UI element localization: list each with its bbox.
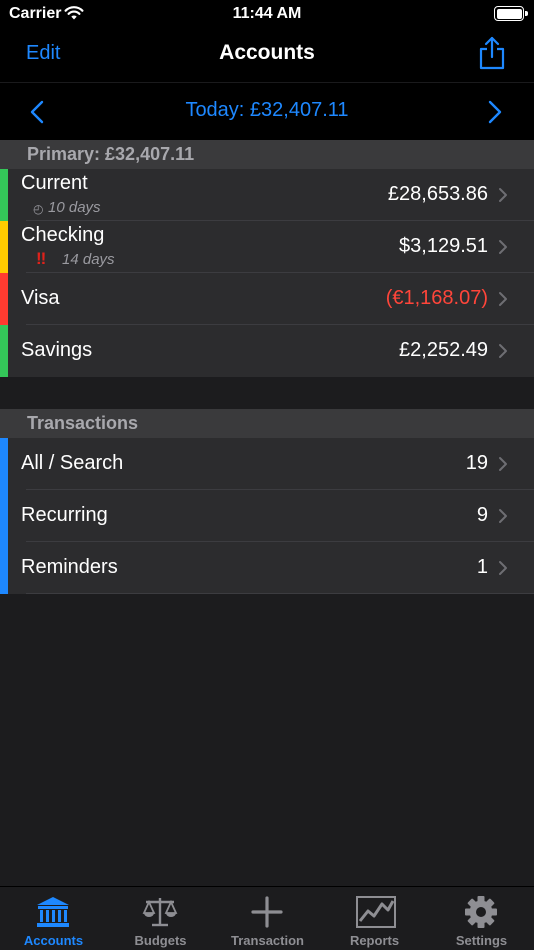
transactions-row-reminders[interactable]: Reminders 1 bbox=[0, 542, 534, 594]
row-color-bar bbox=[0, 490, 8, 542]
transactions-item-label: All / Search bbox=[21, 452, 124, 474]
account-balance: (€1,168.07) bbox=[385, 287, 488, 309]
account-name: Current bbox=[21, 172, 88, 194]
account-row-current[interactable]: Current ◴ 10 days £28,653.86 bbox=[0, 169, 534, 221]
transactions-count: 19 bbox=[465, 452, 488, 474]
chevron-right-icon bbox=[498, 508, 508, 529]
warning-icon: !! bbox=[36, 249, 46, 268]
current-date-label[interactable]: Today: £32,407.11 bbox=[0, 99, 534, 122]
account-name: Checking bbox=[21, 224, 105, 246]
tab-accounts[interactable]: Accounts bbox=[0, 887, 107, 950]
account-color-bar bbox=[0, 325, 8, 377]
transactions-section-header: Transactions bbox=[0, 409, 534, 438]
transactions-count: 1 bbox=[476, 556, 488, 578]
scales-icon bbox=[142, 898, 178, 927]
bank-icon bbox=[37, 897, 69, 927]
gear-icon bbox=[465, 896, 497, 928]
battery-icon bbox=[494, 6, 524, 21]
chevron-right-icon bbox=[498, 456, 508, 477]
transactions-row-all-search[interactable]: All / Search 19 bbox=[0, 438, 534, 490]
transactions-item-label: Recurring bbox=[21, 504, 108, 526]
account-balance: $3,129.51 bbox=[399, 235, 488, 257]
transactions-count: 9 bbox=[476, 504, 488, 526]
chevron-right-icon bbox=[498, 291, 508, 312]
account-name: Savings bbox=[21, 339, 93, 361]
clock: 11:44 AM bbox=[232, 5, 302, 22]
account-age: 10 days bbox=[48, 199, 101, 216]
next-date-button[interactable] bbox=[488, 100, 502, 129]
date-bar: Today: £32,407.11 bbox=[0, 82, 534, 140]
chevron-right-icon bbox=[498, 343, 508, 364]
account-balance: £2,252.49 bbox=[399, 339, 488, 361]
chart-icon bbox=[356, 896, 396, 928]
account-row-visa[interactable]: Visa (€1,168.07) bbox=[0, 273, 534, 325]
tab-transaction[interactable]: Transaction bbox=[214, 887, 321, 950]
account-color-bar bbox=[0, 169, 8, 221]
row-color-bar bbox=[0, 542, 8, 594]
account-color-bar bbox=[0, 273, 8, 325]
chevron-right-icon bbox=[498, 239, 508, 260]
plus-icon bbox=[251, 896, 283, 928]
tab-label: Accounts bbox=[23, 933, 84, 948]
battery-tip bbox=[525, 11, 528, 16]
account-age: 14 days bbox=[62, 251, 115, 268]
navigation-bar: Edit Accounts bbox=[0, 30, 534, 82]
tab-label: Settings bbox=[455, 933, 508, 948]
share-icon[interactable] bbox=[478, 36, 506, 75]
account-balance: £28,653.86 bbox=[387, 183, 488, 205]
tab-bar: Accounts Budgets Transaction Reports Set… bbox=[0, 886, 534, 950]
transactions-row-recurring[interactable]: Recurring 9 bbox=[0, 490, 534, 542]
tab-reports[interactable]: Reports bbox=[321, 887, 428, 950]
tab-label: Transaction bbox=[231, 933, 304, 948]
chevron-right-icon bbox=[498, 187, 508, 208]
account-row-checking[interactable]: Checking !! 14 days $3,129.51 bbox=[0, 221, 534, 273]
clock-icon: ◴ bbox=[33, 202, 44, 216]
chevron-right-icon bbox=[498, 560, 508, 581]
tab-label: Reports bbox=[349, 933, 400, 948]
transactions-item-label: Reminders bbox=[21, 556, 118, 578]
row-separator bbox=[26, 593, 534, 594]
tab-budgets[interactable]: Budgets bbox=[107, 887, 214, 950]
account-color-bar bbox=[0, 221, 8, 273]
row-color-bar bbox=[0, 438, 8, 490]
tab-settings[interactable]: Settings bbox=[428, 887, 534, 950]
status-bar: Carrier 11:44 AM bbox=[0, 0, 534, 30]
account-name: Visa bbox=[21, 287, 60, 309]
tab-label: Budgets bbox=[134, 933, 187, 948]
primary-section-header: Primary: £32,407.11 bbox=[0, 140, 534, 169]
page-title: Accounts bbox=[219, 41, 315, 64]
account-row-savings[interactable]: Savings £2,252.49 bbox=[0, 325, 534, 377]
